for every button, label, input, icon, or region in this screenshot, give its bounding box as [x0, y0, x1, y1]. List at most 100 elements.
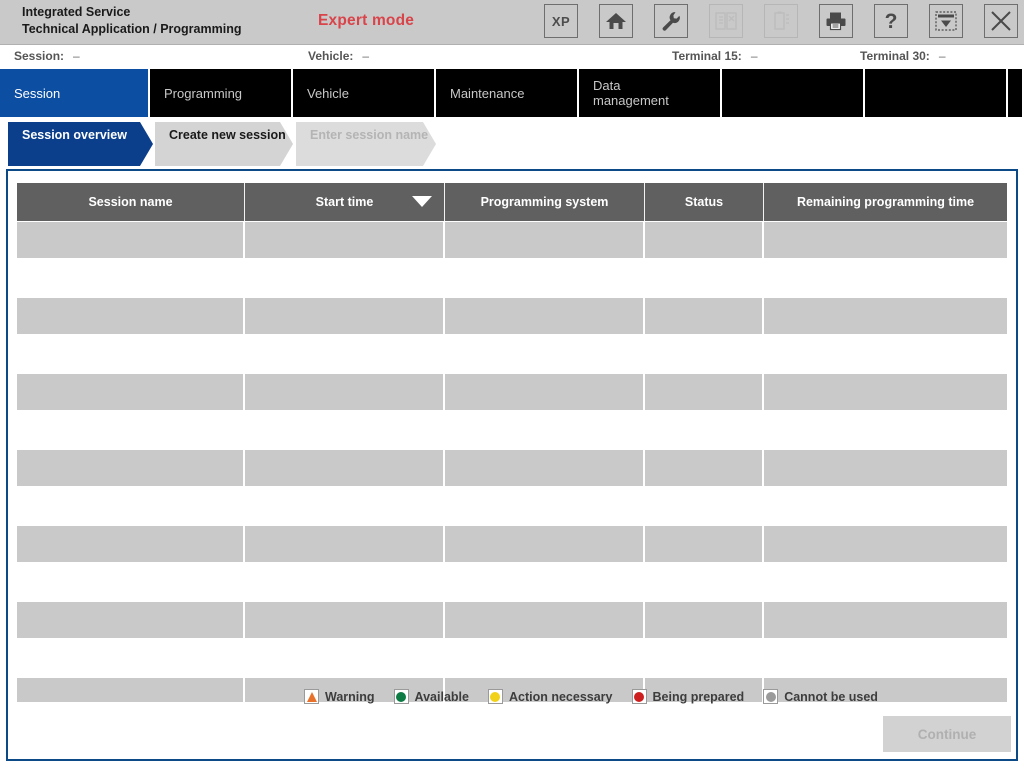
subtab-create-new-session-label: Create new session [169, 128, 286, 142]
cell-status [645, 526, 764, 562]
subtab-enter-session-name-label: Enter session name [310, 128, 429, 142]
nav-tab-session[interactable]: Session [0, 69, 150, 117]
nav-tab-vehicle[interactable]: Vehicle [293, 69, 436, 117]
printer-icon [825, 11, 847, 31]
nav-tab-empty-1[interactable] [722, 69, 865, 117]
table-row[interactable] [17, 374, 1007, 410]
cell-remaining-time [764, 640, 1007, 676]
close-button[interactable] [984, 4, 1018, 38]
status-dot-available-icon [393, 689, 409, 704]
table-row[interactable] [17, 450, 1007, 486]
nav-tab-data-management[interactable]: Data management [579, 69, 722, 117]
column-header-remaining-time[interactable]: Remaining programming time [764, 183, 1007, 221]
documents-icon [715, 12, 737, 30]
status-vehicle-label: Vehicle: [308, 49, 354, 63]
home-button[interactable] [599, 4, 633, 38]
column-header-start-time[interactable]: Start time [245, 183, 445, 221]
home-icon [605, 11, 627, 31]
column-header-status-label: Status [684, 195, 724, 209]
cell-session-name [17, 488, 245, 524]
column-header-programming-system[interactable]: Programming system [445, 183, 645, 221]
table-row[interactable] [17, 336, 1007, 372]
cell-remaining-time [764, 564, 1007, 600]
content-panel: Session name Start time Programming syst… [6, 169, 1018, 761]
table-row[interactable] [17, 526, 1007, 562]
sort-descending-icon[interactable] [412, 196, 432, 207]
cell-remaining-time [764, 526, 1007, 562]
table-row[interactable] [17, 564, 1007, 600]
legend-item-action-necessary-label: Action necessary [508, 689, 613, 704]
cell-session-name [17, 640, 245, 676]
status-session-value: – [73, 49, 80, 63]
column-header-status[interactable]: Status [645, 183, 764, 221]
cell-remaining-time [764, 298, 1007, 334]
cell-session-name [17, 336, 245, 372]
title-bar: Integrated Service Technical Application… [0, 0, 1024, 45]
nav-tab-programming[interactable]: Programming [150, 69, 293, 117]
cell-programming-system [445, 602, 645, 638]
table-row[interactable] [17, 602, 1007, 638]
cell-session-name [17, 602, 245, 638]
cell-status [645, 640, 764, 676]
status-terminal-30-value: – [938, 49, 946, 63]
status-terminal-30-label: Terminal 30: [860, 49, 930, 63]
cell-status [645, 412, 764, 448]
subtab-session-overview[interactable]: Session overview [8, 122, 153, 166]
xp-button[interactable]: XP [544, 4, 578, 38]
wrench-icon [660, 10, 682, 32]
column-header-session-name[interactable]: Session name [17, 183, 245, 221]
column-header-remaining-time-label: Remaining programming time [796, 195, 975, 209]
nav-tab-empty-3[interactable] [1008, 69, 1024, 117]
status-dot-cannot-be-used-icon [763, 689, 779, 704]
status-terminal-15-value: – [750, 49, 758, 63]
table-row[interactable] [17, 488, 1007, 524]
status-terminal-15: Terminal 15: – [672, 49, 758, 63]
status-session-label: Session: [14, 49, 65, 63]
cell-remaining-time [764, 336, 1007, 372]
cell-start-time [245, 298, 445, 334]
status-bar: Session: – Vehicle: – Terminal 15: – Termin… [0, 45, 1024, 69]
continue-button-label: Continue [917, 726, 977, 742]
subtab-create-new-session[interactable]: Create new session [155, 122, 293, 166]
print-button[interactable] [819, 4, 853, 38]
documents-button [709, 4, 743, 38]
table-row[interactable] [17, 298, 1007, 334]
main-navigation: Session Programming Vehicle Maintenance … [0, 69, 1024, 117]
app-title-line1: Integrated Service [22, 5, 131, 19]
cell-programming-system [445, 488, 645, 524]
minimize-button[interactable] [929, 4, 963, 38]
cell-remaining-time [764, 260, 1007, 296]
subtab-enter-session-name: Enter session name [296, 122, 436, 166]
table-row[interactable] [17, 640, 1007, 676]
warning-triangle-icon [304, 689, 319, 704]
tools-button[interactable] [654, 4, 688, 38]
cell-session-name [17, 564, 245, 600]
cell-status [645, 488, 764, 524]
nav-tab-empty-2[interactable] [865, 69, 1008, 117]
battery-button [764, 4, 798, 38]
cell-remaining-time [764, 602, 1007, 638]
column-header-programming-system-label: Programming system [480, 195, 609, 209]
legend-item-cannot-be-used: Cannot be used [763, 689, 878, 704]
help-button[interactable]: ? [874, 4, 908, 38]
question-icon: ? [881, 10, 901, 32]
nav-tab-maintenance[interactable]: Maintenance [436, 69, 579, 117]
status-dot-being-prepared-icon [631, 689, 647, 704]
cell-programming-system [445, 640, 645, 676]
cell-session-name [17, 450, 245, 486]
status-terminal-30: Terminal 30: – [860, 49, 946, 63]
cell-programming-system [445, 298, 645, 334]
status-vehicle: Vehicle: – [308, 49, 369, 63]
cell-remaining-time [764, 412, 1007, 448]
table-body [17, 221, 1007, 702]
table-row[interactable] [17, 412, 1007, 448]
table-row[interactable] [17, 222, 1007, 258]
cell-status [645, 260, 764, 296]
cell-start-time [245, 488, 445, 524]
sessions-table: Session name Start time Programming syst… [17, 183, 1007, 702]
cell-session-name [17, 678, 245, 702]
cell-status [645, 450, 764, 486]
cell-session-name [17, 298, 245, 334]
table-row[interactable] [17, 260, 1007, 296]
column-header-session-name-label: Session name [88, 195, 173, 209]
